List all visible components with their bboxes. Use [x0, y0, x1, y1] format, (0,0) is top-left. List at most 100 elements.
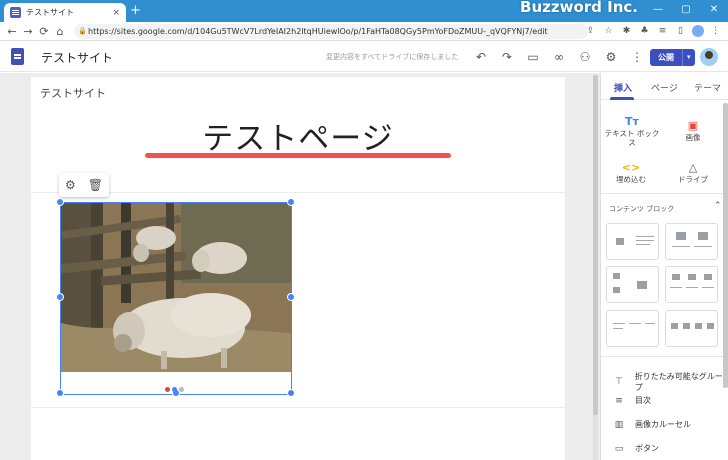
insert-text-box[interactable]: Tт テキスト ボックス [602, 115, 662, 147]
button-item[interactable]: ▭ ボタン [613, 443, 659, 454]
forward-button[interactable]: → [20, 25, 36, 38]
resize-handle-left[interactable] [56, 293, 64, 301]
page-title[interactable]: テストページ [31, 113, 565, 158]
header-toolbar: ↶ ↷ ▭ ∞ ⚇ ⚙ ⋮ [468, 48, 650, 66]
collapsible-group-item[interactable]: ⊤ 折りたたみ可能なグループ [613, 371, 728, 393]
url-field[interactable]: 🔒 https://sites.google.com/d/104Gu5TWcV7… [74, 24, 588, 39]
workspace-scrollbar[interactable] [593, 75, 598, 460]
resize-handle-top-right[interactable] [287, 198, 295, 206]
undo-icon[interactable]: ↶ [468, 48, 494, 66]
image-carousel-item[interactable]: ▥ 画像カルーセル [613, 419, 691, 430]
insert-embed-label: 埋め込む [616, 175, 646, 184]
panel-tabs: 挿入 ページ テーマ [601, 73, 728, 100]
button-icon: ▭ [614, 443, 624, 454]
image-carousel-label: 画像カルーセル [635, 420, 691, 429]
editor-workspace: テストサイト テストページ ⚙ 🗑 [0, 73, 600, 460]
title-highlight-bar [145, 153, 451, 158]
layout-tile[interactable] [606, 223, 659, 260]
settings-icon[interactable]: ⚙ [598, 48, 624, 66]
carousel-dot[interactable] [165, 387, 170, 392]
layout-tile[interactable] [606, 310, 659, 347]
google-sites-logo-icon[interactable] [11, 48, 24, 65]
collapsible-group-icon: ⊤ [614, 377, 623, 387]
carousel-dot[interactable] [179, 387, 184, 392]
resize-handle-bottom-right[interactable] [287, 389, 295, 397]
panel-divider [601, 356, 723, 357]
publish-dropdown-icon[interactable]: ▾ [682, 49, 695, 66]
resize-handle-top-left[interactable] [56, 198, 64, 206]
layout-tile[interactable] [665, 266, 718, 303]
carousel-dot[interactable] [172, 387, 177, 392]
new-tab-button[interactable]: + [130, 4, 141, 18]
layout-tile[interactable] [665, 310, 718, 347]
insert-drive-label: ドライブ [678, 175, 708, 184]
section-settings-icon[interactable]: ⚙ [65, 178, 76, 192]
chevron-up-icon[interactable]: ⌃ [714, 201, 722, 211]
profile-avatar-icon[interactable] [692, 25, 704, 37]
tab-pages[interactable]: ページ [651, 81, 678, 94]
panel-scrollbar[interactable] [723, 103, 728, 388]
back-button[interactable]: ← [4, 25, 20, 38]
close-window-button[interactable]: ✕ [700, 0, 728, 22]
layout-tile[interactable] [606, 266, 659, 303]
delete-icon[interactable]: 🗑 [88, 178, 103, 192]
extension-icon[interactable]: ✱ [620, 24, 633, 38]
sites-editor-header: テストサイト 変更内容をすべてドライブに保存しました ↶ ↷ ▭ ∞ ⚇ ⚙ ⋮… [0, 42, 728, 72]
active-tab-indicator [610, 97, 634, 100]
address-bar-row: ← → ⟳ ⌂ 🔒 https://sites.google.com/d/104… [0, 22, 728, 41]
insert-embed[interactable]: <> 埋め込む [601, 161, 661, 184]
insert-image[interactable]: ▣ 画像 [663, 119, 723, 142]
page-canvas: テストサイト テストページ ⚙ 🗑 [31, 77, 565, 460]
sheep-photo[interactable] [61, 203, 291, 372]
bookmark-star-icon[interactable]: ☆ [602, 24, 615, 38]
more-icon[interactable]: ⋮ [624, 48, 650, 66]
extension-puzzle-icon[interactable]: ♣ [638, 24, 651, 38]
insert-drive[interactable]: △ ドライブ [663, 161, 723, 184]
sites-favicon-icon [10, 7, 21, 18]
share-icon[interactable]: ⚇ [572, 48, 598, 66]
reading-list-icon[interactable]: ≡ [656, 24, 669, 38]
tab-title: テストサイト [26, 8, 74, 17]
image-block[interactable] [56, 198, 295, 397]
redo-icon[interactable]: ↷ [494, 48, 520, 66]
user-avatar[interactable] [700, 48, 718, 66]
table-of-contents-item[interactable]: ≡ 目次 [613, 395, 651, 406]
lock-icon: 🔒 [78, 27, 87, 35]
tab-close-icon[interactable]: × [112, 8, 120, 18]
publish-button[interactable]: 公開 [650, 49, 682, 66]
image-carousel-icon: ▥ [614, 419, 624, 430]
save-status: 変更内容をすべてドライブに保存しました [326, 53, 459, 61]
image-icon: ▣ [687, 119, 699, 132]
tab-insert[interactable]: 挿入 [614, 81, 632, 94]
layout-tile[interactable] [665, 223, 718, 260]
tab-themes[interactable]: テーマ [694, 81, 721, 94]
section-divider [31, 192, 565, 193]
resize-handle-bottom-left[interactable] [56, 389, 64, 397]
sidebar-icon[interactable]: ▯ [674, 24, 687, 38]
site-name-field[interactable]: テストサイト [41, 49, 113, 66]
browser-tab-bar: テストサイト × + — ▢ ✕ [0, 0, 728, 22]
link-icon[interactable]: ∞ [546, 48, 572, 66]
maximize-button[interactable]: ▢ [672, 0, 700, 22]
drive-icon: △ [688, 161, 698, 174]
collapsible-group-label: 折りたたみ可能なグループ [634, 372, 723, 392]
panel-divider [601, 193, 723, 194]
canvas-site-name[interactable]: テストサイト [40, 85, 106, 101]
button-label: ボタン [635, 444, 659, 453]
table-of-contents-label: 目次 [635, 396, 651, 405]
browser-menu-icon[interactable]: ⋮ [709, 24, 722, 38]
reload-button[interactable]: ⟳ [36, 25, 52, 38]
text-box-icon: Tт [625, 115, 639, 128]
image-section-toolbar: ⚙ 🗑 [59, 173, 109, 197]
insert-text-box-label: テキスト ボックス [604, 129, 660, 147]
resize-handle-right[interactable] [287, 293, 295, 301]
minimize-button[interactable]: — [644, 0, 672, 22]
preview-icon[interactable]: ▭ [520, 48, 546, 66]
share-page-icon[interactable]: ⇪ [584, 24, 597, 38]
carousel-dots [165, 387, 184, 392]
insert-panel: 挿入 ページ テーマ Tт テキスト ボックス ▣ 画像 <> 埋め込む △ ド… [600, 73, 728, 460]
home-button[interactable]: ⌂ [52, 25, 68, 38]
window-controls: — ▢ ✕ [644, 0, 728, 22]
content-blocks-title: コンテンツ ブロック [609, 205, 675, 213]
browser-tab[interactable]: テストサイト × [4, 3, 126, 22]
